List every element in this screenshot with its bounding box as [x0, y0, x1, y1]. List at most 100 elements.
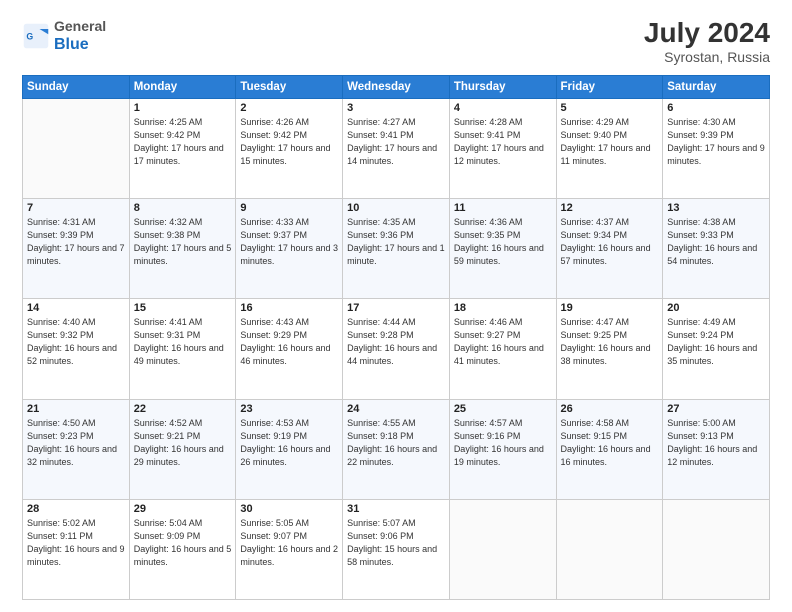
table-row: 16Sunrise: 4:43 AM Sunset: 9:29 PM Dayli…: [236, 299, 343, 399]
day-number: 18: [454, 302, 552, 314]
day-info: Sunrise: 4:29 AM Sunset: 9:40 PM Dayligh…: [561, 116, 659, 168]
day-info: Sunrise: 4:37 AM Sunset: 9:34 PM Dayligh…: [561, 216, 659, 268]
table-row: 5 Sunrise: 4:29 AM Sunset: 9:40 PM Daylig…: [556, 98, 663, 198]
day-info: Sunrise: 4:55 AM Sunset: 9:18 PM Dayligh…: [347, 417, 445, 469]
day-number: 20: [667, 302, 765, 314]
day-number: 15: [134, 302, 232, 314]
table-row: 18 Sunrise: 4:46 AM Sunset: 9:27 PM Dayli…: [449, 299, 556, 399]
day-number: 4: [454, 102, 552, 114]
day-info: Sunrise: 5:04 AM Sunset: 9:09 PM Dayligh…: [134, 517, 232, 569]
table-row: 27Sunrise: 5:00 AM Sunset: 9:13 PM Dayli…: [663, 399, 770, 499]
day-info: Sunrise: 5:07 AM Sunset: 9:06 PM Dayligh…: [347, 517, 445, 569]
col-friday: Friday: [556, 75, 663, 98]
day-number: 14: [27, 302, 125, 314]
calendar-week-row: 7 Sunrise: 4:31 AM Sunset: 9:39 PM Daylig…: [23, 199, 770, 299]
table-row: [23, 98, 130, 198]
table-row: 14 Sunrise: 4:40 AM Sunset: 9:32 PM Dayli…: [23, 299, 130, 399]
calendar-table: Sunday Monday Tuesday Wednesday Thursday…: [22, 75, 770, 600]
day-info: Sunrise: 5:02 AM Sunset: 9:11 PM Dayligh…: [27, 517, 125, 569]
day-info: Sunrise: 4:57 AM Sunset: 9:16 PM Dayligh…: [454, 417, 552, 469]
day-number: 28: [27, 503, 125, 515]
day-number: 31: [347, 503, 445, 515]
day-number: 24: [347, 403, 445, 415]
table-row: [449, 499, 556, 599]
day-info: Sunrise: 4:28 AM Sunset: 9:41 PM Dayligh…: [454, 116, 552, 168]
logo-text: General Blue: [54, 18, 106, 54]
table-row: 1 Sunrise: 4:25 AM Sunset: 9:42 PM Daylig…: [129, 98, 236, 198]
logo: G General Blue: [22, 18, 106, 54]
day-info: Sunrise: 4:31 AM Sunset: 9:39 PM Dayligh…: [27, 216, 125, 268]
day-number: 11: [454, 202, 552, 214]
day-info: Sunrise: 5:05 AM Sunset: 9:07 PM Dayligh…: [240, 517, 338, 569]
col-sunday: Sunday: [23, 75, 130, 98]
month-year-title: July 2024: [644, 18, 770, 49]
page-header: G General Blue July 2024 Syrostan, Russi…: [22, 18, 770, 65]
logo-icon: G: [22, 22, 50, 50]
day-info: Sunrise: 4:27 AM Sunset: 9:41 PM Dayligh…: [347, 116, 445, 168]
day-info: Sunrise: 5:00 AM Sunset: 9:13 PM Dayligh…: [667, 417, 765, 469]
table-row: 7 Sunrise: 4:31 AM Sunset: 9:39 PM Daylig…: [23, 199, 130, 299]
table-row: 13 Sunrise: 4:38 AM Sunset: 9:33 PM Dayli…: [663, 199, 770, 299]
day-info: Sunrise: 4:26 AM Sunset: 9:42 PM Dayligh…: [240, 116, 338, 168]
calendar-page: G General Blue July 2024 Syrostan, Russi…: [0, 0, 792, 612]
location-subtitle: Syrostan, Russia: [644, 49, 770, 65]
table-row: 12Sunrise: 4:37 AM Sunset: 9:34 PM Dayli…: [556, 199, 663, 299]
day-number: 21: [27, 403, 125, 415]
day-info: Sunrise: 4:50 AM Sunset: 9:23 PM Dayligh…: [27, 417, 125, 469]
day-info: Sunrise: 4:46 AM Sunset: 9:27 PM Dayligh…: [454, 316, 552, 368]
day-number: 7: [27, 202, 125, 214]
table-row: 4 Sunrise: 4:28 AM Sunset: 9:41 PM Daylig…: [449, 98, 556, 198]
table-row: 31 Sunrise: 5:07 AM Sunset: 9:06 PM Dayli…: [343, 499, 450, 599]
table-row: [556, 499, 663, 599]
calendar-week-row: 21 Sunrise: 4:50 AM Sunset: 9:23 PM Dayli…: [23, 399, 770, 499]
table-row: 21 Sunrise: 4:50 AM Sunset: 9:23 PM Dayli…: [23, 399, 130, 499]
day-number: 13: [667, 202, 765, 214]
title-area: July 2024 Syrostan, Russia: [644, 18, 770, 65]
table-row: [663, 499, 770, 599]
day-info: Sunrise: 4:36 AM Sunset: 9:35 PM Dayligh…: [454, 216, 552, 268]
logo-general: General: [54, 18, 106, 34]
table-row: 20Sunrise: 4:49 AM Sunset: 9:24 PM Dayli…: [663, 299, 770, 399]
day-info: Sunrise: 4:38 AM Sunset: 9:33 PM Dayligh…: [667, 216, 765, 268]
table-row: 3 Sunrise: 4:27 AM Sunset: 9:41 PM Daylig…: [343, 98, 450, 198]
day-number: 19: [561, 302, 659, 314]
day-number: 1: [134, 102, 232, 114]
calendar-header-row: Sunday Monday Tuesday Wednesday Thursday…: [23, 75, 770, 98]
day-info: Sunrise: 4:32 AM Sunset: 9:38 PM Dayligh…: [134, 216, 232, 268]
day-info: Sunrise: 4:58 AM Sunset: 9:15 PM Dayligh…: [561, 417, 659, 469]
day-info: Sunrise: 4:47 AM Sunset: 9:25 PM Dayligh…: [561, 316, 659, 368]
col-wednesday: Wednesday: [343, 75, 450, 98]
table-row: 10 Sunrise: 4:35 AM Sunset: 9:36 PM Dayli…: [343, 199, 450, 299]
day-info: Sunrise: 4:43 AM Sunset: 9:29 PM Dayligh…: [240, 316, 338, 368]
day-number: 6: [667, 102, 765, 114]
day-number: 8: [134, 202, 232, 214]
table-row: 30 Sunrise: 5:05 AM Sunset: 9:07 PM Dayli…: [236, 499, 343, 599]
table-row: 6Sunrise: 4:30 AM Sunset: 9:39 PM Daylig…: [663, 98, 770, 198]
day-number: 30: [240, 503, 338, 515]
col-monday: Monday: [129, 75, 236, 98]
table-row: 8 Sunrise: 4:32 AM Sunset: 9:38 PM Daylig…: [129, 199, 236, 299]
day-number: 5: [561, 102, 659, 114]
day-number: 25: [454, 403, 552, 415]
table-row: 19 Sunrise: 4:47 AM Sunset: 9:25 PM Dayli…: [556, 299, 663, 399]
table-row: 25 Sunrise: 4:57 AM Sunset: 9:16 PM Dayli…: [449, 399, 556, 499]
day-number: 23: [240, 403, 338, 415]
day-info: Sunrise: 4:35 AM Sunset: 9:36 PM Dayligh…: [347, 216, 445, 268]
day-info: Sunrise: 4:53 AM Sunset: 9:19 PM Dayligh…: [240, 417, 338, 469]
table-row: 24 Sunrise: 4:55 AM Sunset: 9:18 PM Dayli…: [343, 399, 450, 499]
svg-text:G: G: [26, 31, 33, 41]
col-tuesday: Tuesday: [236, 75, 343, 98]
day-number: 22: [134, 403, 232, 415]
table-row: 28 Sunrise: 5:02 AM Sunset: 9:11 PM Dayli…: [23, 499, 130, 599]
logo-blue: Blue: [54, 36, 89, 53]
day-info: Sunrise: 4:25 AM Sunset: 9:42 PM Dayligh…: [134, 116, 232, 168]
day-number: 3: [347, 102, 445, 114]
day-info: Sunrise: 4:40 AM Sunset: 9:32 PM Dayligh…: [27, 316, 125, 368]
day-number: 10: [347, 202, 445, 214]
day-number: 2: [240, 102, 338, 114]
day-number: 17: [347, 302, 445, 314]
day-info: Sunrise: 4:52 AM Sunset: 9:21 PM Dayligh…: [134, 417, 232, 469]
day-number: 9: [240, 202, 338, 214]
day-info: Sunrise: 4:44 AM Sunset: 9:28 PM Dayligh…: [347, 316, 445, 368]
table-row: 11 Sunrise: 4:36 AM Sunset: 9:35 PM Dayli…: [449, 199, 556, 299]
